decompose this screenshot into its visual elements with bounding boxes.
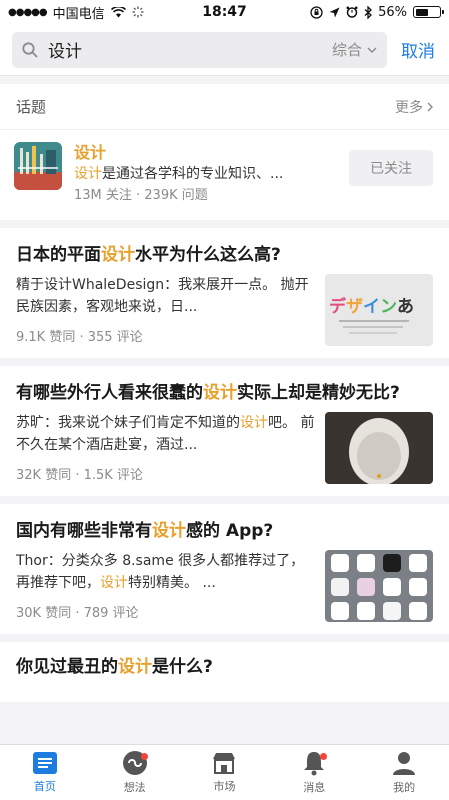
question-card[interactable]: 国内有哪些非常有设计感的 App? Thor：分类众多 8.same 很多人都推… [0,504,449,634]
question-title[interactable]: 国内有哪些非常有设计感的 App? [16,518,433,544]
search-filter-dropdown[interactable]: 综合 [332,39,377,60]
more-topics-label: 更多 [395,99,423,116]
loading-icon [132,6,144,18]
topic-section-title: 话题 [16,98,47,116]
search-query[interactable]: 设计 [48,37,322,62]
tab-label: 我的 [393,781,416,794]
tab-label: 想法 [123,781,146,794]
answer-stats: 30K 赞同 · 789 评论 [16,606,139,621]
home-icon [32,752,57,774]
follow-button[interactable]: 已关注 [349,150,433,186]
topic-section-header: 话题 更多 [0,84,449,130]
market-icon [213,753,236,774]
search-icon [22,41,38,57]
answer-excerpt: Thor：分类众多 8.same 很多人都推荐过了，再推荐下吧，设计特别精美。 … [16,553,305,591]
topic-description: 设计是通过各学科的专业知识、... [74,166,284,182]
answer-stats: 9.1K 赞同 · 355 评论 [16,330,143,345]
svg-text:デザインあ: デザインあ [329,296,414,317]
location-icon [329,7,340,17]
question-card[interactable]: 有哪些外行人看来很蠢的设计实际上却是精妙无比? 苏旷：我来说个妹子们肯定不知道的… [0,366,449,496]
alarm-icon [346,6,358,18]
status-bar: ●●●●● 中国电信 18:47 56% [0,0,449,24]
profile-icon [393,752,416,775]
bluetooth-icon [364,5,373,19]
answer-thumbnail: デザインあ [325,274,433,346]
tab-profile[interactable]: 我的 [359,745,449,800]
topic-stats: 13M 关注 · 239K 问题 [74,188,208,203]
tab-label: 市场 [213,780,236,793]
chevron-right-icon [427,102,433,111]
wifi-icon [110,6,126,17]
tab-market[interactable]: 市场 [180,745,270,800]
answer-excerpt: 苏旷：我来说个妹子们肯定不知道的设计吧。 前不久在某个酒店赴宴，酒过... [16,415,315,453]
question-card[interactable]: 日本的平面设计水平为什么这么高? 精于设计WhaleDesign：我来展开一点。… [0,228,449,358]
answer-thumbnail [325,550,433,622]
tab-ideas[interactable]: 想法 [90,745,180,800]
signal-icon: ●●●●● [8,6,48,18]
topic-name: 设计 [74,143,107,162]
tab-home[interactable]: 首页 [0,745,90,800]
search-input[interactable]: 设计 综合 [12,31,387,68]
clock: 18:47 [202,4,247,20]
answer-thumbnail [325,412,433,484]
battery-percent: 56% [378,4,408,20]
topic-image [14,142,62,190]
carrier-label: 中国电信 [52,6,105,22]
answer-excerpt: 精于设计WhaleDesign：我来展开一点。 抛开民族因素，客观地来说，日..… [16,277,309,315]
battery-icon [413,6,445,18]
more-topics-link[interactable]: 更多 [395,97,433,117]
topic-item[interactable]: 设计 设计是通过各学科的专业知识、... 13M 关注 · 239K 问题 已关… [0,130,449,220]
question-title[interactable]: 有哪些外行人看来很蠢的设计实际上却是精妙无比? [16,380,433,406]
bottom-tab-bar: 首页 想法 市场 消息 我的 [0,744,449,800]
rotation-lock-icon [310,5,323,19]
cancel-button[interactable]: 取消 [401,37,435,62]
battery-fill [415,8,429,16]
question-title[interactable]: 日本的平面设计水平为什么这么高? [16,242,433,268]
question-card[interactable]: 你见过最丑的设计是什么? [0,642,449,702]
tab-label: 消息 [303,781,326,794]
search-filter-label: 综合 [331,41,362,59]
search-bar: 设计 综合 取消 [0,24,449,76]
topic-section: 话题 更多 设计 设计是通过各学科的专业知识、... 13M 关注 · 239K… [0,84,449,220]
chevron-down-icon [367,47,377,53]
notification-dot [319,753,327,760]
question-title[interactable]: 你见过最丑的设计是什么? [16,654,433,680]
answer-stats: 32K 赞同 · 1.5K 评论 [16,468,143,483]
tab-label: 首页 [33,780,56,793]
tab-messages[interactable]: 消息 [269,745,359,800]
